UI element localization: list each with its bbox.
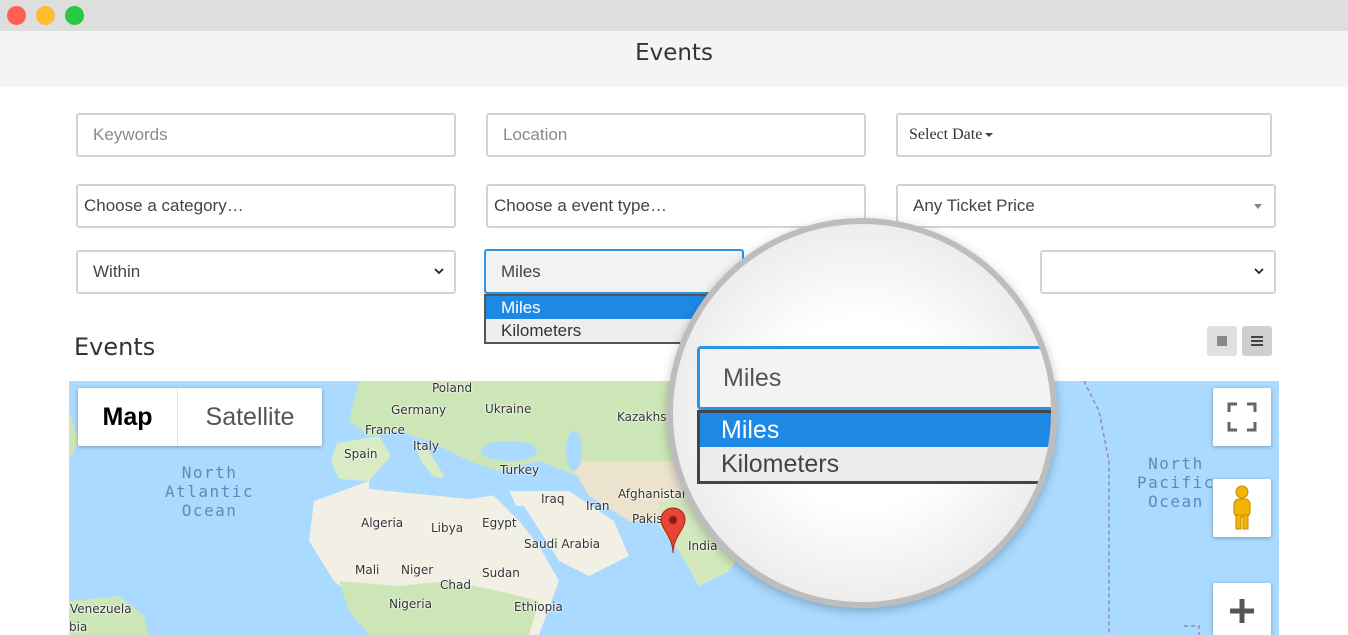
select-date-dropdown[interactable]: Select Date — [896, 113, 1272, 157]
map-label: Poland — [432, 381, 473, 395]
event-type-select[interactable]: Choose a event type… — [486, 184, 866, 228]
map-type-control: Map Satellite — [78, 388, 322, 446]
pegman-icon — [1233, 485, 1251, 530]
page-header: Events — [0, 31, 1348, 87]
map-label: Saudi Arabia — [524, 537, 601, 551]
ocean-label-north-atlantic: North Atlantic Ocean — [165, 463, 254, 520]
category-label: Choose a category… — [84, 196, 244, 215]
map-label: Egypt — [482, 516, 517, 530]
page-title: Events — [635, 40, 713, 66]
map-label: France — [365, 423, 405, 437]
chevron-down-icon — [1254, 268, 1264, 275]
street-view-button[interactable] — [1213, 479, 1271, 537]
caret-down-icon — [985, 133, 994, 137]
location-placeholder: Location — [503, 125, 568, 144]
events-section-title: Events — [74, 333, 156, 361]
map-type-satellite-button[interactable]: Satellite — [178, 388, 322, 446]
ticket-price-label: Any Ticket Price — [913, 196, 1035, 215]
category-select[interactable]: Choose a category… — [76, 184, 456, 228]
keywords-placeholder: Keywords — [93, 125, 168, 144]
ocean-label-line: Ocean — [1148, 492, 1204, 511]
map-label: Chad — [440, 578, 471, 592]
radius-select[interactable] — [1040, 250, 1276, 294]
ocean-label-line: Pacific — [1137, 473, 1215, 492]
close-window-button[interactable] — [7, 6, 26, 25]
within-select[interactable]: Within — [76, 250, 456, 294]
magnified-units-select: Miles — [697, 346, 1051, 410]
keywords-input[interactable]: Keywords — [76, 113, 456, 157]
map-label: Germany — [391, 403, 447, 417]
units-select[interactable]: Miles — [484, 249, 744, 294]
map-label: Pakis — [632, 512, 663, 526]
list-view-icon — [1251, 336, 1263, 346]
ocean-label-line: Ocean — [181, 501, 238, 520]
map-label: Italy — [413, 439, 440, 453]
map-label: Ukraine — [485, 402, 532, 416]
event-type-label: Choose a event type… — [494, 196, 667, 215]
location-input[interactable]: Location — [486, 113, 866, 157]
maximize-window-button[interactable] — [65, 6, 84, 25]
grid-view-button[interactable] — [1207, 326, 1237, 356]
map-label: Mali — [355, 563, 380, 577]
map-label: Niger — [401, 563, 434, 577]
map-label: Afghanistan — [618, 487, 690, 501]
within-label: Within — [93, 262, 141, 281]
map-label: Kazakhst — [617, 410, 672, 424]
chevron-down-icon — [434, 268, 444, 275]
select-date-label: Select Date — [909, 126, 983, 143]
map-label: Spain — [344, 447, 378, 461]
map-label: Ethiopia — [514, 600, 563, 614]
map-label: Iraq — [541, 492, 565, 506]
ocean-label-north-pacific: North Pacific Ocean — [1137, 454, 1215, 511]
map-label: Venezuela — [70, 602, 132, 616]
list-view-button[interactable] — [1242, 326, 1272, 356]
fullscreen-button[interactable] — [1213, 388, 1271, 446]
ocean-label-line: North — [181, 463, 238, 482]
ticket-price-select[interactable]: Any Ticket Price — [896, 184, 1276, 228]
window-titlebar — [0, 0, 1348, 31]
grid-view-icon — [1217, 336, 1227, 346]
fullscreen-icon — [1227, 402, 1257, 432]
units-select-value: Miles — [501, 261, 541, 281]
map-label: Libya — [431, 521, 464, 535]
map-label: Turkey — [500, 463, 540, 477]
map-label: Nigeria — [389, 597, 432, 611]
magnifier-overlay: Miles Miles Kilometers — [667, 218, 1057, 608]
map-label: Sudan — [482, 566, 520, 580]
zoom-in-button[interactable] — [1213, 583, 1271, 635]
ocean-label-line: North — [1148, 454, 1204, 473]
map-label: Iran — [586, 499, 610, 513]
map-type-map-button[interactable]: Map — [78, 388, 178, 446]
minimize-window-button[interactable] — [36, 6, 55, 25]
map-label: India — [688, 539, 718, 553]
map-pin-icon[interactable] — [660, 507, 686, 555]
magnified-option-kilometers: Kilometers — [721, 450, 840, 478]
magnified-units-dropdown: Miles Kilometers — [697, 410, 1051, 484]
ocean-label-line: Atlantic — [165, 482, 255, 501]
magnified-units-value: Miles — [723, 363, 782, 392]
caret-down-icon — [1254, 204, 1262, 209]
magnified-option-miles: Miles — [700, 413, 1051, 447]
map-label: bia — [69, 620, 88, 634]
zoom-in-icon — [1230, 599, 1254, 623]
map-label: Algeria — [361, 516, 404, 530]
